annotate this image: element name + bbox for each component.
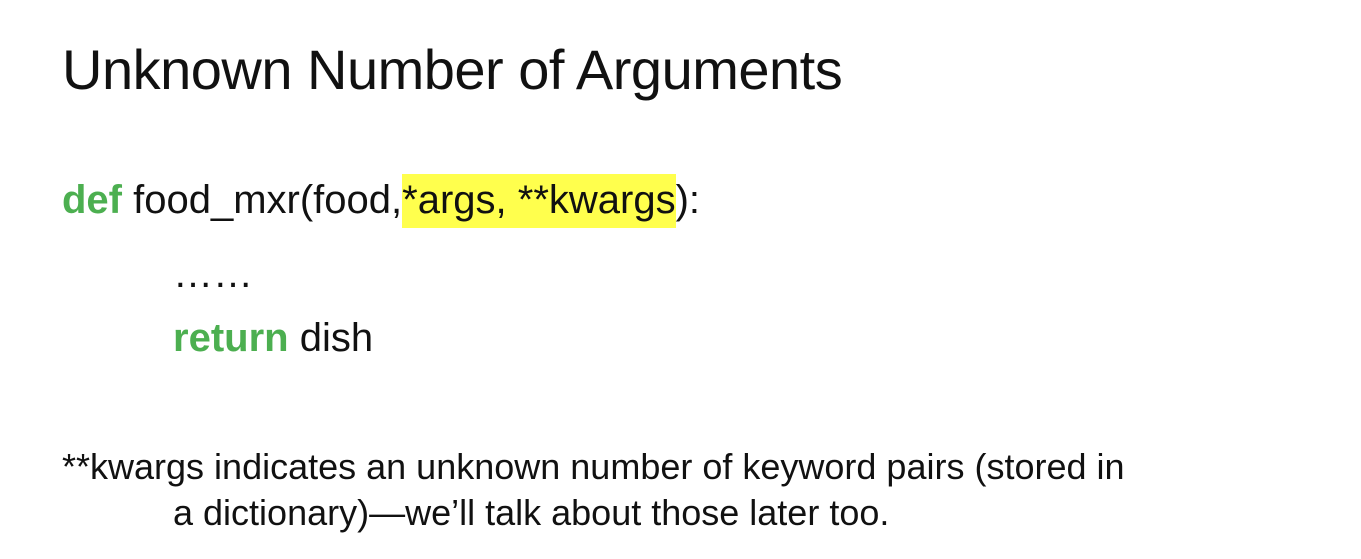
note-line-2: a dictionary)—we’ll talk about those lat…	[173, 492, 890, 533]
code-line-return: return dish	[173, 314, 373, 362]
slide: Unknown Number of Arguments def food_mxr…	[0, 0, 1361, 559]
slide-title: Unknown Number of Arguments	[62, 38, 843, 101]
code-ellipsis: ……	[173, 252, 253, 296]
def-keyword: def	[62, 178, 122, 222]
def-signature-suffix: ):	[675, 178, 701, 222]
return-value: dish	[288, 316, 374, 360]
note-line-1: **kwargs indicates an unknown number of …	[62, 446, 1125, 487]
def-signature-prefix: food_mxr(food,	[122, 178, 403, 222]
return-keyword: return	[173, 316, 289, 360]
code-line-def: def food_mxr(food,*args, **kwargs):	[62, 174, 701, 228]
kwargs-note: **kwargs indicates an unknown number of …	[62, 444, 1322, 536]
highlighted-args: *args, **kwargs	[402, 174, 676, 228]
